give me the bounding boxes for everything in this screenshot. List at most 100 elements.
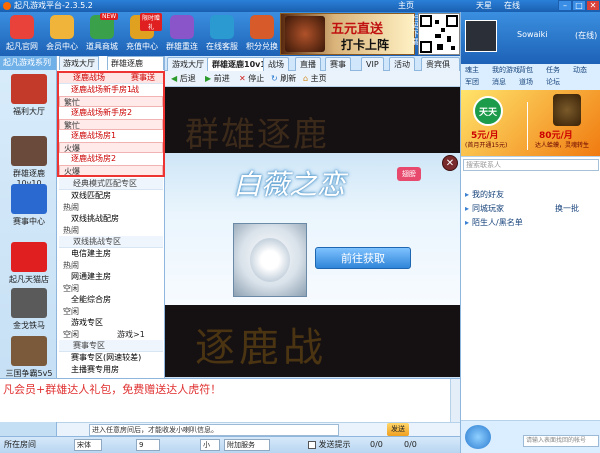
room-item[interactable]: 电信建主房 <box>59 248 163 260</box>
toolbar-item-2[interactable]: 道具商城 NEW <box>82 13 122 55</box>
vip-note-1: (首月开通15元) <box>465 142 508 149</box>
background-title-top: 群雄逐鹿 <box>185 115 329 155</box>
promo-banner[interactable]: 五元直送 打卡上阵 <box>280 13 415 55</box>
popup-close-button[interactable]: ✕ <box>442 155 458 171</box>
contact-search-input[interactable]: 搜索联系人 <box>463 159 599 171</box>
hero-portrait-icon <box>285 16 325 52</box>
game-icon <box>11 74 47 104</box>
sidebar-item-5[interactable]: 三国争霸5v5 <box>3 336 55 379</box>
toolbar-item-0[interactable]: 起凡官网 <box>2 15 42 55</box>
feature-icon-0[interactable]: 魂主 <box>465 65 479 75</box>
feature-icon-7[interactable]: 道场 <box>519 77 533 87</box>
refresh-button[interactable]: ↻ 刷新 <box>271 71 296 87</box>
stop-button[interactable]: ✕ 停止 <box>239 71 264 87</box>
popup-title: 白薇之恋 <box>233 168 346 201</box>
toolbar-item-5[interactable]: 在线客服 <box>202 15 242 55</box>
room-status: 空闲 <box>63 284 79 293</box>
close-button[interactable]: ✕ <box>586 0 600 11</box>
size-select[interactable]: 9 <box>136 439 160 451</box>
toolbar-icon <box>170 15 194 39</box>
titlebar-home[interactable]: 主页 <box>398 1 414 11</box>
feature-icon-5[interactable]: 军团 <box>465 77 479 87</box>
main-tab-3[interactable]: 直播 <box>295 57 321 71</box>
contact-group-city[interactable]: ▸ 同城玩家 <box>465 203 504 214</box>
sidebar-item-2[interactable]: 赛事中心 <box>3 184 55 227</box>
home-button[interactable]: ⌂ 主页 <box>303 71 327 87</box>
room-group[interactable]: 赛事专区 <box>59 340 163 352</box>
room-label: 所在房间 <box>4 440 36 449</box>
globe-icon[interactable] <box>465 425 491 449</box>
room-item[interactable]: 网通建主房 <box>59 271 163 283</box>
send-button[interactable]: 发送 <box>387 423 409 436</box>
sidebar-item-3[interactable]: 起凡天猫店 <box>3 242 55 285</box>
room-item[interactable]: 双线挑战配房 <box>59 213 163 225</box>
toolbar-label: 积分兑换 <box>246 42 278 51</box>
main-tab-2[interactable]: 战场 <box>263 57 289 71</box>
contact-group-friends[interactable]: ▸ 我的好友 <box>465 189 504 200</box>
titlebar-online[interactable]: 在线 <box>504 1 520 11</box>
forward-button[interactable]: ▶ 前进 <box>205 71 230 87</box>
sidebar-item-1[interactable]: 群雄逐鹿10v10 <box>3 136 55 188</box>
sidebar-item-label: 起凡天猫店 <box>9 275 49 284</box>
sidebar-item-4[interactable]: 金戈铁马 <box>3 288 55 331</box>
font-select[interactable]: 宋体 <box>74 439 102 451</box>
titlebar-tianxing[interactable]: 天星 <box>476 1 492 11</box>
promo-line2: 打卡上阵 <box>341 38 390 52</box>
chat-input[interactable]: 进入任意房间后，才能收发小喇叭信息。 <box>89 424 339 436</box>
feature-icon-3[interactable]: 任务 <box>546 65 560 75</box>
browser-nav: ◀ 后退 ▶ 前进 ✕ 停止 ↻ 刷新 ⌂ 主页 <box>165 71 460 87</box>
toolbar-label: 充值中心 <box>126 42 158 51</box>
room-item[interactable]: 主播赛专用房 <box>59 364 163 376</box>
avatar[interactable] <box>465 20 497 52</box>
main-tab-0[interactable]: 游戏大厅 <box>167 57 209 71</box>
small-select[interactable]: 小 <box>200 439 220 451</box>
room-item[interactable]: 双线匹配房 <box>59 190 163 202</box>
forward-arrow-icon: ▶ <box>205 74 212 83</box>
extra-service-select[interactable]: 附加服务 <box>224 439 270 451</box>
sidebar-item-label: 金戈铁马 <box>13 321 45 330</box>
contact-group-strangers[interactable]: ▸ 陌生人/黑名单 <box>465 217 523 228</box>
refresh-batch-button[interactable]: 换一批 <box>555 203 579 214</box>
room-group[interactable]: 双线挑战专区 <box>59 236 163 248</box>
main-tab-4[interactable]: 赛事 <box>325 57 351 71</box>
feature-icon-4[interactable]: 动态 <box>573 65 587 75</box>
room-item[interactable]: 全能综合房 <box>59 294 163 306</box>
toolbar-item-1[interactable]: 会员中心 <box>42 15 82 55</box>
toolbar-icon <box>210 15 234 39</box>
feature-icon-1[interactable]: 我的游戏 <box>492 65 520 75</box>
game-icon <box>11 184 47 214</box>
feature-icon-6[interactable]: 消息 <box>492 77 506 87</box>
toolbar-label: 群雄重连 <box>166 42 198 51</box>
tab-qunxiong[interactable]: 群雄逐鹿10v10 <box>107 56 164 82</box>
feature-icon-2[interactable]: 背包 <box>519 65 533 75</box>
toolbar-item-3[interactable]: 充值中心 限时赠礼 <box>122 13 162 55</box>
get-now-button[interactable]: 前往获取 <box>315 247 411 269</box>
main-tab-6[interactable]: 活动 <box>389 57 415 71</box>
toolbar-item-6[interactable]: 积分兑换 <box>242 15 282 55</box>
toolbar-item-4[interactable]: 群雄重连 <box>162 15 202 55</box>
main-tab-5[interactable]: VIP <box>361 57 384 71</box>
sidebar-item-0[interactable]: 福利大厅 <box>3 74 55 117</box>
popup-seal: 翅膀 <box>397 167 421 181</box>
minimize-button[interactable]: – <box>558 0 572 11</box>
main-tab-7[interactable]: 贵宾俱乐部 <box>421 57 460 82</box>
highlight-frame <box>57 71 165 177</box>
room-item[interactable]: 赛事专区(网速较差) <box>59 352 163 364</box>
send-tip-checkbox[interactable]: 发送提示 <box>308 437 351 453</box>
knight-portrait-icon <box>553 94 581 126</box>
room-item[interactable]: 游戏专区 <box>59 317 163 329</box>
chat-scrollbar[interactable] <box>450 379 460 423</box>
qr-code-icon[interactable] <box>418 13 460 55</box>
wings-icon <box>250 238 290 282</box>
back-button[interactable]: ◀ 后退 <box>171 71 196 87</box>
account-input[interactable]: 请输入表面找回的帐号 <box>523 435 599 447</box>
room-group[interactable]: 经典模式匹配专区 <box>59 178 163 190</box>
promo-popup: 白薇之恋 翅膀 前往获取 ✕ <box>165 153 460 305</box>
feature-icons: 魂主 我的游戏 背包 任务 动态军团 消息 道场 论坛 <box>461 64 600 90</box>
web-content: 群雄逐鹿 逐鹿战 白薇之恋 翅膀 前往获取 ✕ <box>165 87 460 377</box>
feature-icon-8[interactable]: 论坛 <box>546 77 560 87</box>
online-status[interactable]: (在线) <box>575 30 597 41</box>
tab-game-hall[interactable]: 游戏大厅 <box>59 56 99 70</box>
maximize-button[interactable]: □ <box>572 0 586 11</box>
vip-promo[interactable]: 天天 5元/月 80元/月 (首月开通15元) 达人蛤蟆，灵魂转生 <box>461 90 600 156</box>
